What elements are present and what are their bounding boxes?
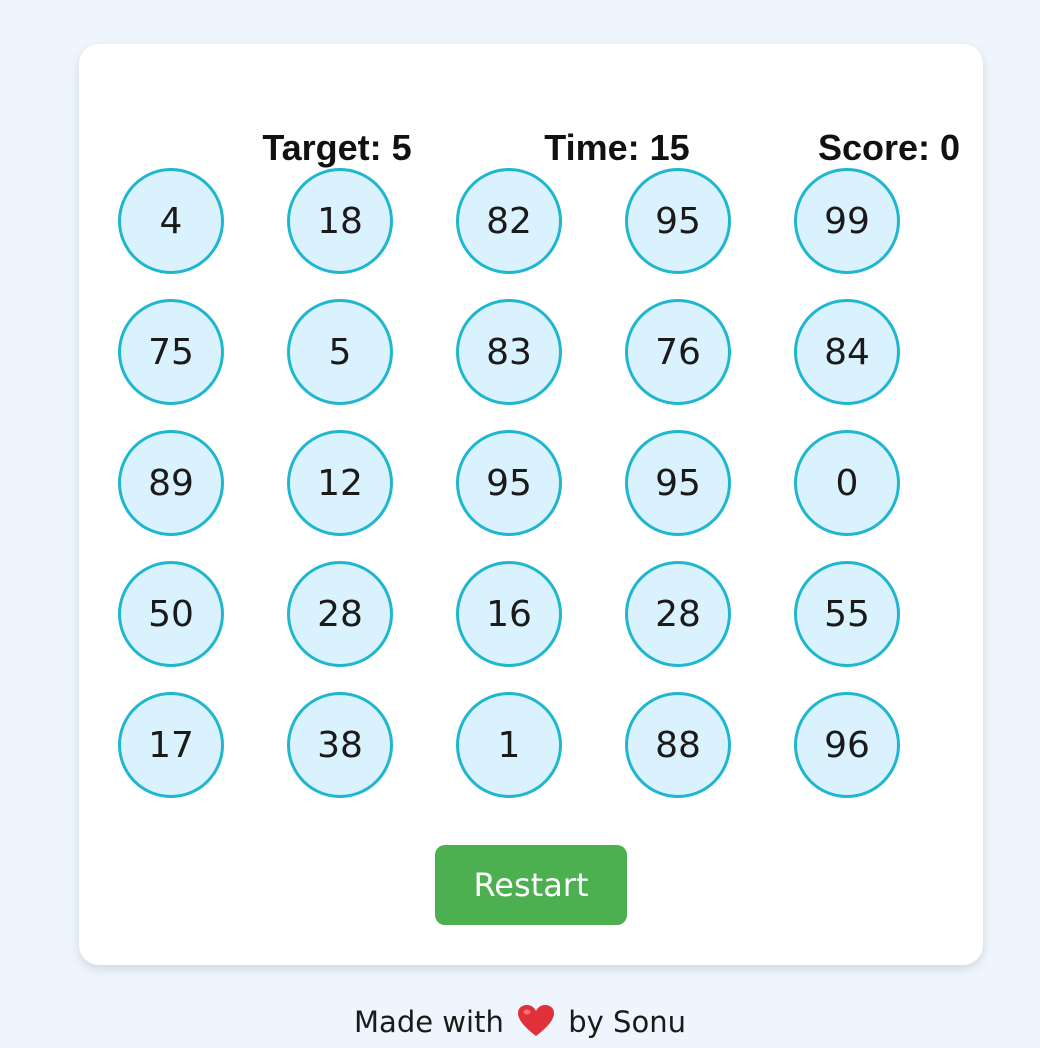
- number-cell[interactable]: 17: [118, 692, 224, 798]
- number-cell[interactable]: 38: [287, 692, 393, 798]
- target-display: Target: 5: [262, 127, 412, 168]
- footer-credit: Made with by Sonu: [0, 1002, 1040, 1042]
- number-cell[interactable]: 95: [625, 430, 731, 536]
- number-cell[interactable]: 28: [287, 561, 393, 667]
- number-cell[interactable]: 88: [625, 692, 731, 798]
- number-grid: 4 18 82 95 99 75 5 83 76 84 89 12 95 95 0 50 28 16 28 55 17 3…: [118, 168, 908, 808]
- number-cell[interactable]: 12: [287, 430, 393, 536]
- number-cell[interactable]: 4: [118, 168, 224, 274]
- number-cell[interactable]: 89: [118, 430, 224, 536]
- number-cell[interactable]: 1: [456, 692, 562, 798]
- number-cell[interactable]: 18: [287, 168, 393, 274]
- restart-button[interactable]: Restart: [435, 845, 627, 925]
- number-cell[interactable]: 95: [625, 168, 731, 274]
- score-display: Score: 0: [817, 127, 961, 168]
- number-cell[interactable]: 55: [794, 561, 900, 667]
- number-cell[interactable]: 5: [287, 299, 393, 405]
- number-cell[interactable]: 50: [118, 561, 224, 667]
- number-cell[interactable]: 76: [625, 299, 731, 405]
- footer-author: by Sonu: [568, 1005, 686, 1039]
- heart-icon: [517, 1004, 555, 1038]
- number-cell[interactable]: 84: [794, 299, 900, 405]
- number-cell[interactable]: 82: [456, 168, 562, 274]
- number-cell[interactable]: 28: [625, 561, 731, 667]
- number-cell[interactable]: 0: [794, 430, 900, 536]
- footer-made-with: Made with: [354, 1005, 504, 1039]
- number-cell[interactable]: 96: [794, 692, 900, 798]
- time-display: Time: 15: [544, 127, 690, 168]
- number-cell[interactable]: 99: [794, 168, 900, 274]
- number-cell[interactable]: 16: [456, 561, 562, 667]
- number-cell[interactable]: 83: [456, 299, 562, 405]
- number-cell[interactable]: 95: [456, 430, 562, 536]
- number-cell[interactable]: 75: [118, 299, 224, 405]
